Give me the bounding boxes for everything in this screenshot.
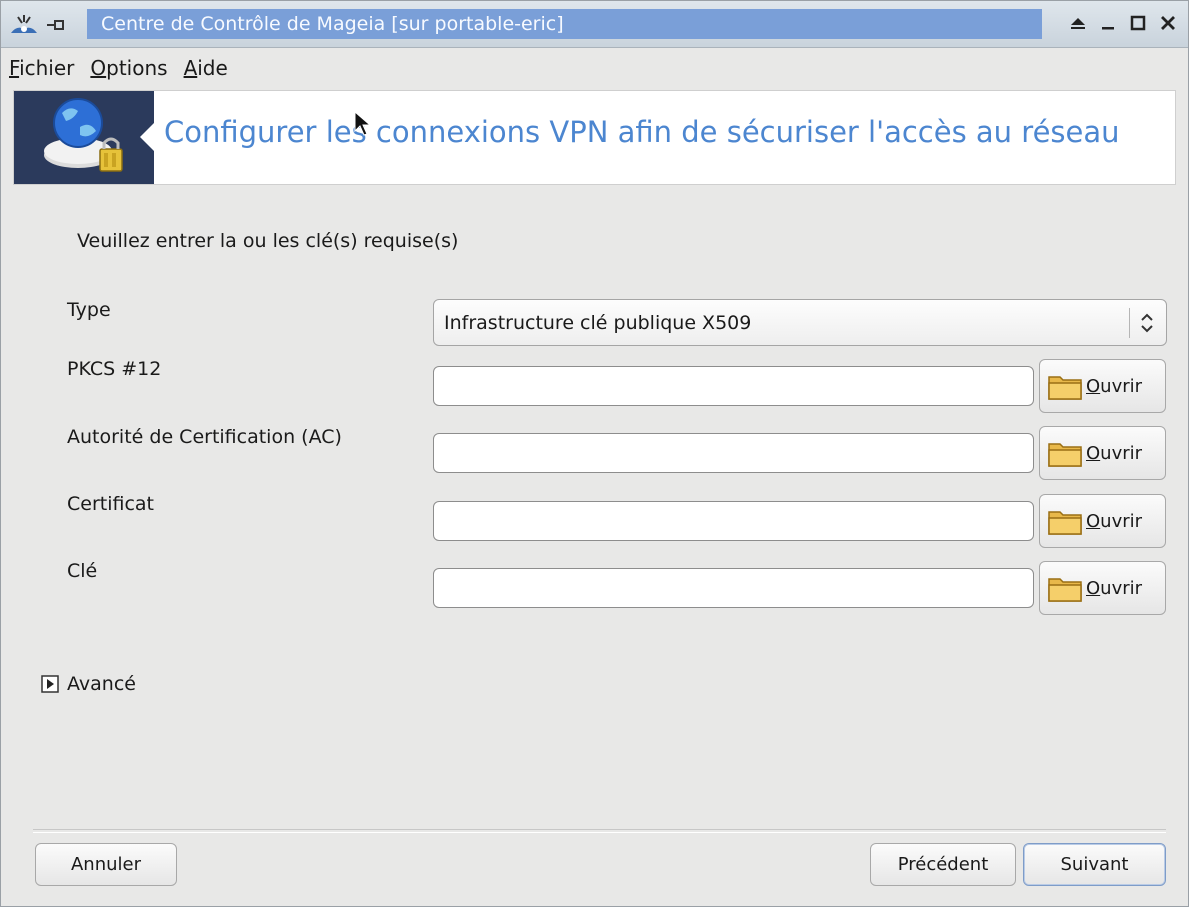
title-bar-app-icons	[9, 13, 67, 37]
certificate-input[interactable]	[433, 501, 1034, 541]
title-bar[interactable]: Centre de Contrôle de Mageia [sur portab…	[1, 1, 1188, 48]
previous-button[interactable]: Précédent	[870, 843, 1016, 886]
pkcs12-open-button[interactable]: Ouvrir	[1039, 359, 1166, 413]
menu-fichier-label: Fichier	[9, 56, 75, 80]
pkcs12-label: PKCS #12	[67, 358, 162, 380]
shade-icon[interactable]	[1066, 11, 1090, 35]
pkcs12-open-label: Ouvrir	[1086, 375, 1143, 397]
minimize-icon[interactable]	[1096, 11, 1120, 35]
type-select-separator	[1129, 308, 1130, 338]
maximize-icon[interactable]	[1126, 11, 1150, 35]
footer-separator	[33, 829, 1166, 833]
next-button-label: Suivant	[1060, 854, 1129, 875]
banner-title: Configurer les connexions VPN afin de sé…	[164, 115, 1120, 149]
type-select-value: Infrastructure clé publique X509	[444, 312, 752, 334]
network-globe-lock-icon	[44, 98, 123, 172]
expander-arrow-icon	[41, 675, 59, 693]
certificate-label: Certificat	[67, 493, 155, 515]
folder-icon	[1048, 443, 1082, 467]
updown-arrow-icon	[1141, 313, 1153, 333]
key-open-button[interactable]: Ouvrir	[1039, 561, 1166, 615]
key-input[interactable]	[433, 568, 1034, 608]
wizard-window: Centre de Contrôle de Mageia [sur portab…	[0, 0, 1189, 907]
ca-label: Autorité de Certification (AC)	[67, 426, 342, 448]
cancel-button[interactable]: Annuler	[35, 843, 177, 886]
menu-aide-label: Aide	[183, 56, 228, 80]
ca-open-button[interactable]: Ouvrir	[1039, 426, 1166, 480]
banner-notch	[140, 122, 155, 152]
banner-icon-panel	[14, 91, 154, 184]
ca-open-label: Ouvrir	[1086, 442, 1143, 464]
menu-options[interactable]: Options	[88, 56, 169, 80]
wizard-banner: Configurer les connexions VPN afin de sé…	[13, 90, 1176, 185]
window-controls	[1066, 11, 1180, 35]
certificate-open-button[interactable]: Ouvrir	[1039, 494, 1166, 548]
instruction-text: Veuillez entrer la ou les clé(s) requise…	[77, 230, 459, 252]
pin-icon[interactable]	[45, 16, 67, 34]
window-title: Centre de Contrôle de Mageia [sur portab…	[87, 9, 1042, 39]
type-select[interactable]: Infrastructure clé publique X509	[433, 299, 1167, 346]
menu-bar: Fichier Options Aide	[1, 48, 1188, 88]
menu-aide[interactable]: Aide	[182, 56, 230, 80]
certificate-open-label: Ouvrir	[1086, 510, 1143, 532]
folder-icon	[1048, 578, 1082, 602]
pkcs12-input[interactable]	[433, 366, 1034, 406]
advanced-label: Avancé	[67, 673, 136, 695]
menu-options-label: Options	[90, 56, 168, 80]
advanced-expander[interactable]: Avancé	[41, 673, 136, 695]
folder-icon	[1048, 376, 1082, 400]
next-button[interactable]: Suivant	[1023, 843, 1166, 886]
key-open-label: Ouvrir	[1086, 577, 1143, 599]
cancel-button-label: Annuler	[70, 854, 141, 875]
mageia-app-icon[interactable]	[9, 13, 39, 37]
menu-fichier[interactable]: Fichier	[7, 56, 76, 80]
folder-icon	[1048, 511, 1082, 535]
previous-button-label: Précédent	[897, 854, 989, 875]
mouse-cursor-icon	[354, 111, 372, 136]
key-label: Clé	[67, 560, 98, 582]
close-icon[interactable]	[1156, 11, 1180, 35]
type-label: Type	[67, 299, 111, 321]
ca-input[interactable]	[433, 433, 1034, 473]
